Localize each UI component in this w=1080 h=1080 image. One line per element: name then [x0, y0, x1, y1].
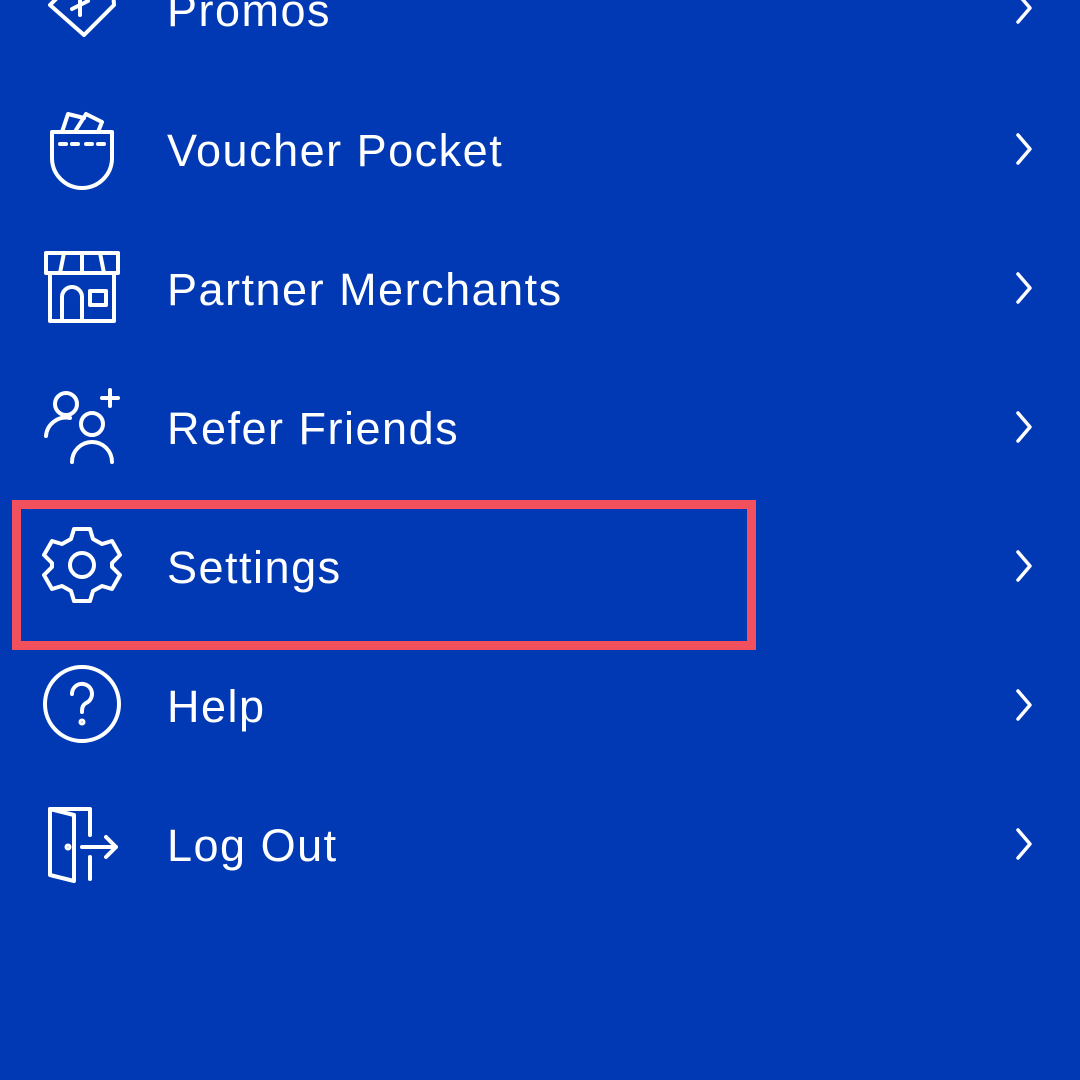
- menu-item-partner-merchants[interactable]: Partner Merchants: [0, 217, 1080, 356]
- menu-item-label: Refer Friends: [167, 403, 460, 454]
- menu-item-label: Help: [167, 681, 266, 732]
- add-friends-icon: [40, 384, 124, 468]
- menu-screen: Promos Voucher Pocket Partner Merchants …: [0, 0, 1080, 1080]
- chevron-right-icon: [1010, 546, 1038, 586]
- question-circle-icon: [40, 662, 124, 746]
- chevron-right-icon: [1010, 685, 1038, 725]
- chevron-right-icon: [1010, 0, 1038, 28]
- promo-tag-icon: [40, 0, 124, 49]
- menu-item-label: Promos: [167, 0, 332, 36]
- gear-icon: [40, 523, 124, 607]
- menu-item-log-out[interactable]: Log Out: [0, 773, 1080, 912]
- menu-item-voucher-pocket[interactable]: Voucher Pocket: [0, 78, 1080, 217]
- menu-item-label: Settings: [167, 542, 342, 593]
- menu-item-label: Voucher Pocket: [167, 125, 504, 176]
- chevron-right-icon: [1010, 824, 1038, 864]
- menu-item-label: Log Out: [167, 820, 338, 871]
- chevron-right-icon: [1010, 129, 1038, 169]
- logout-door-icon: [40, 801, 124, 885]
- chevron-right-icon: [1010, 268, 1038, 308]
- menu-item-settings[interactable]: Settings: [0, 495, 1080, 634]
- menu-item-help[interactable]: Help: [0, 634, 1080, 773]
- storefront-icon: [40, 245, 124, 329]
- chevron-right-icon: [1010, 407, 1038, 447]
- voucher-pocket-icon: [40, 106, 124, 190]
- menu-item-label: Partner Merchants: [167, 264, 563, 315]
- menu-item-refer-friends[interactable]: Refer Friends: [0, 356, 1080, 495]
- menu-item-promos[interactable]: Promos: [0, 0, 1080, 77]
